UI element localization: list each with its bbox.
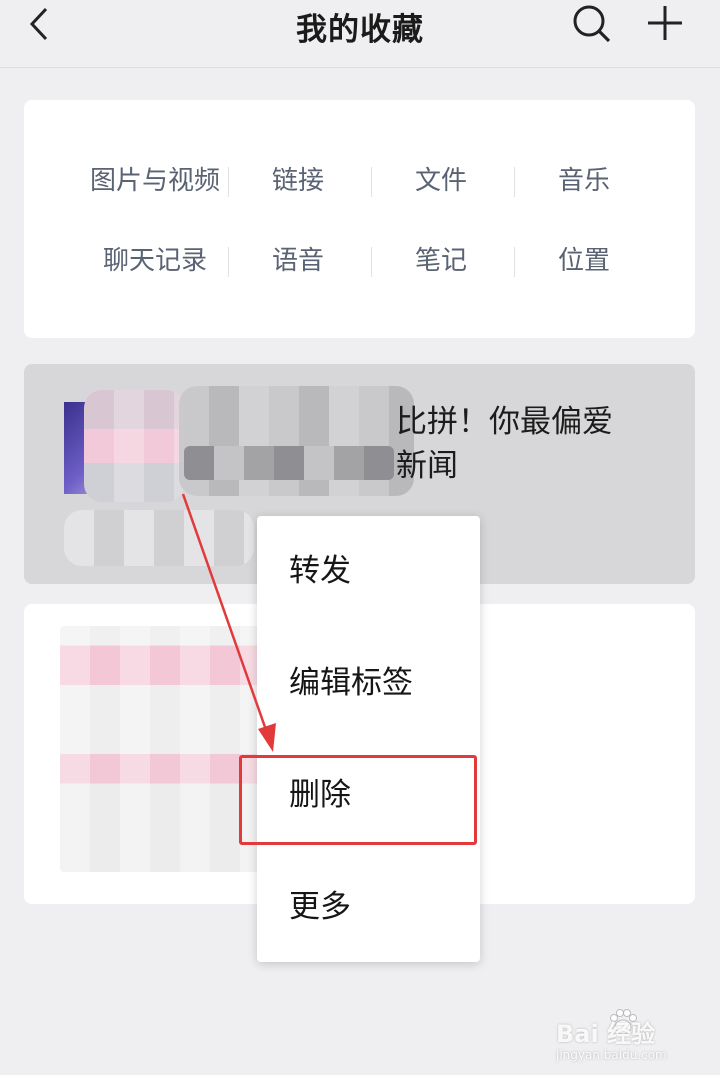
pixelated-mosaic <box>84 390 184 502</box>
category-row: 聊天记录 语音 笔记 位置 <box>24 241 695 281</box>
search-icon <box>573 5 611 43</box>
category-music[interactable]: 音乐 <box>513 161 655 201</box>
search-button[interactable] <box>570 2 612 44</box>
favorite-title-line: 比拼！你最偏爱 <box>396 404 613 440</box>
plus-icon <box>648 6 682 40</box>
category-row: 图片与视频 链接 文件 音乐 <box>24 161 695 201</box>
page-title: 我的收藏 <box>296 12 424 48</box>
category-location[interactable]: 位置 <box>513 241 655 281</box>
watermark-url: jingyan.baidu.com <box>556 1048 667 1062</box>
category-voice[interactable]: 语音 <box>227 241 369 281</box>
favorite-title-line: 新闻 <box>396 448 458 484</box>
pixelated-mosaic <box>184 446 394 480</box>
category-notes[interactable]: 笔记 <box>370 241 512 281</box>
category-files[interactable]: 文件 <box>370 161 512 201</box>
menu-item-delete[interactable]: 删除 <box>257 740 480 851</box>
add-button[interactable] <box>644 2 686 44</box>
category-filter-card: 图片与视频 链接 文件 音乐 聊天记录 语音 笔记 位置 <box>24 100 695 338</box>
watermark: Bai 经验 jingyan.baidu.com <box>548 1008 720 1068</box>
pixelated-mosaic <box>60 626 290 872</box>
pixelated-mosaic <box>64 510 254 566</box>
favorite-title: 比拼！你最偏爱 新闻 <box>396 400 686 488</box>
watermark-brand: Bai 经验 <box>556 1020 656 1048</box>
category-chat-history[interactable]: 聊天记录 <box>84 241 226 281</box>
menu-item-more[interactable]: 更多 <box>257 852 480 963</box>
category-links[interactable]: 链接 <box>227 161 369 201</box>
category-images-videos[interactable]: 图片与视频 <box>84 161 226 201</box>
top-bar: 我的收藏 <box>0 0 720 68</box>
context-menu: 转发 编辑标签 删除 更多 <box>257 516 480 962</box>
menu-item-forward[interactable]: 转发 <box>257 516 480 627</box>
menu-item-edit-tags[interactable]: 编辑标签 <box>257 628 480 739</box>
